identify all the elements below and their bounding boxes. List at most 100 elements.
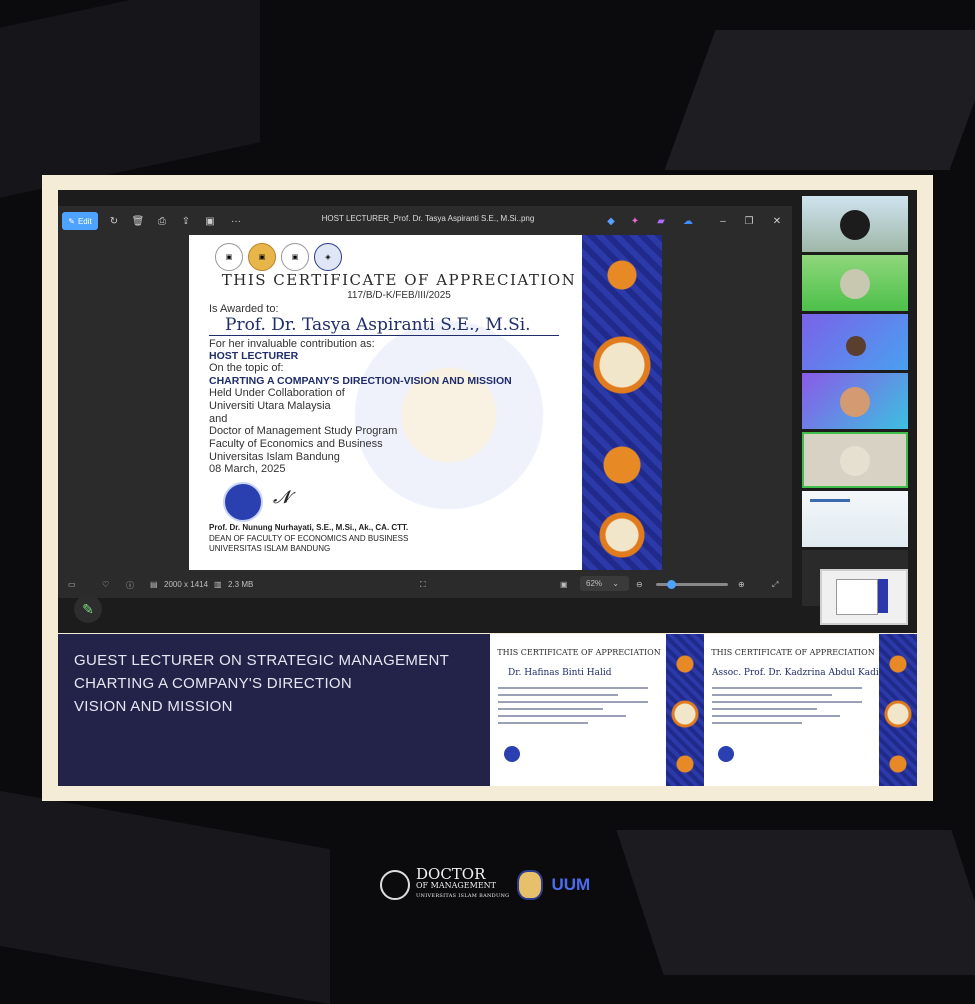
rotate-icon[interactable]: ↻: [106, 212, 122, 230]
clipchamp-icon[interactable]: ▰: [654, 212, 668, 230]
wordmark-doctor: DOCTOR: [416, 864, 486, 883]
participant-avatar: [840, 210, 870, 240]
edit-button[interactable]: ✎ Edit: [62, 212, 98, 230]
viewer-toolbar: ✎ Edit ↻ 🗑 ⎙ ⇪ ▣ ··· HOST LECTURER_Prof.…: [58, 206, 792, 236]
recipient-name: Prof. Dr. Tasya Aspiranti S.E., M.Si.: [225, 315, 531, 335]
self-view-thumbnail[interactable]: [820, 569, 908, 625]
signatory-org: UNIVERSITAS ISLAM BANDUNG: [209, 544, 331, 553]
wordmark-of-management: OF MANAGEMENT: [416, 880, 496, 890]
designer-icon[interactable]: ◆: [604, 212, 618, 230]
footer-logos: DOCTOR OF MANAGEMENT UNIVERSITAS ISLAM B…: [380, 866, 595, 904]
image-dimensions: 2000 x 1414: [164, 580, 209, 589]
shared-screen-thumbnail: [836, 579, 878, 615]
participant-avatar: [840, 269, 870, 299]
mini-seal: [718, 746, 734, 762]
chevron-down-icon: ⌄: [612, 579, 619, 588]
mini-batik-border: [666, 634, 704, 786]
participant-tile-active[interactable]: [802, 432, 908, 488]
delete-icon[interactable]: 🗑: [130, 212, 146, 230]
crop-icon[interactable]: ⛶: [420, 580, 426, 590]
zoom-slider[interactable]: [656, 580, 728, 589]
participant-tile[interactable]: [802, 255, 908, 311]
mini-seal: [504, 746, 520, 762]
photo-viewer-window: ✎ Edit ↻ 🗑 ⎙ ⇪ ▣ ··· HOST LECTURER_Prof.…: [58, 206, 792, 598]
participant-tile[interactable]: [802, 196, 908, 252]
faculty-logo: ▣: [281, 243, 309, 271]
edit-icon: ✎: [68, 216, 75, 226]
share-icon[interactable]: ⇪: [178, 212, 194, 230]
contribution-text: For her invaluable contribution as:: [209, 338, 375, 350]
banner-line-3: VISION AND MISSION: [74, 698, 233, 715]
zoom-slider-knob[interactable]: [666, 580, 676, 589]
mini-certificate: THIS CERTIFICATE OF APPRECIATION Dr. Haf…: [490, 634, 704, 786]
event-banner: GUEST LECTURER ON STRATEGIC MANAGEMENT C…: [58, 634, 490, 786]
doctor-management-logo: ▣: [248, 243, 276, 271]
certificate-image: ▣ ▣ ▣ ◈ THIS CERTIFICATE OF APPRECIATION…: [189, 235, 662, 570]
fullscreen-icon[interactable]: ⤢: [772, 580, 778, 590]
participant-tile[interactable]: [802, 314, 908, 370]
mini-certificate-text: [712, 682, 862, 729]
thumbnail-border: [878, 579, 888, 613]
print-icon[interactable]: ⎙: [154, 212, 170, 230]
copilot-icon[interactable]: ✦: [628, 212, 642, 230]
actual-size-icon[interactable]: ▣: [560, 580, 568, 589]
zoom-in-icon[interactable]: ⊕: [738, 580, 745, 589]
background-facet: [616, 830, 975, 975]
participant-tile[interactable]: [802, 373, 908, 429]
shared-slide-thumbnail: [810, 499, 850, 502]
info-icon[interactable]: ⓘ: [126, 580, 134, 591]
topic-intro: On the topic of:: [209, 362, 284, 374]
close-button[interactable]: ✕: [770, 212, 784, 230]
annotate-pen-button[interactable]: ✎: [74, 595, 102, 623]
wordmark-subtitle: UNIVERSITAS ISLAM BANDUNG: [416, 892, 510, 899]
participant-avatar: [840, 446, 870, 476]
background-facet: [664, 30, 975, 170]
uum-crest-logo: [517, 870, 544, 900]
certificate-date: 08 March, 2025: [209, 463, 286, 475]
university-1: Universiti Utara Malaysia: [209, 400, 331, 412]
certificate-body: ▣ ▣ ▣ ◈ THIS CERTIFICATE OF APPRECIATION…: [189, 235, 582, 570]
onedrive-icon[interactable]: ☁: [680, 212, 696, 230]
and-text: and: [209, 413, 228, 425]
participant-avatar: [846, 336, 866, 356]
zoom-level: 62%: [586, 579, 603, 588]
signature: 𝓝: [273, 487, 291, 508]
participant-avatar: [840, 387, 870, 417]
maximize-button[interactable]: ❐: [742, 212, 756, 230]
mini-certificate-title: THIS CERTIFICATE OF APPRECIATION: [711, 648, 875, 657]
topic-text: CHARTING A COMPANY'S DIRECTION-VISION AN…: [209, 375, 512, 387]
mini-certificate-recipient: Assoc. Prof. Dr. Kadzrina Abdul Kadir: [712, 668, 884, 678]
role-text: HOST LECTURER: [209, 350, 299, 362]
mini-batik-border: [879, 634, 917, 786]
awarded-to-label: Is Awarded to:: [209, 303, 279, 315]
filmstrip-icon[interactable]: ▭: [68, 580, 76, 589]
pen-icon: ✎: [82, 600, 94, 617]
unisba-logo: ▣: [215, 243, 243, 271]
banner-line-1: GUEST LECTURER ON STRATEGIC MANAGEMENT: [74, 652, 450, 669]
favorite-icon[interactable]: ♡: [102, 580, 109, 589]
recipient-underline: [209, 335, 559, 336]
more-button[interactable]: ···: [228, 212, 244, 230]
faculty-seal: [223, 482, 263, 522]
minimize-button[interactable]: –: [716, 212, 730, 230]
certificate-logos: ▣ ▣ ▣ ◈: [215, 243, 342, 271]
mini-certificate-recipient: Dr. Hafinas Binti Halid: [508, 668, 612, 678]
mini-certificate-text: [498, 682, 648, 729]
participant-tile[interactable]: [802, 491, 908, 547]
doctor-management-wordmark: DOCTOR OF MANAGEMENT UNIVERSITAS ISLAM B…: [416, 864, 510, 903]
banner-line-2: CHARTING A COMPANY'S DIRECTION: [74, 675, 353, 692]
mini-certificate-title: THIS CERTIFICATE OF APPRECIATION: [497, 648, 661, 657]
fit-icon[interactable]: ▣: [202, 212, 218, 230]
program-text: Doctor of Management Study Program: [209, 425, 398, 437]
dimensions-icon: ▤: [150, 580, 158, 589]
zoom-out-icon[interactable]: ⊖: [636, 580, 643, 589]
uum-wordmark: UUM: [551, 875, 591, 894]
unisba-footer-logo: [380, 870, 410, 900]
viewer-statusbar: ▭ ♡ ⓘ ▤ 2000 x 1414 ▥ 2.3 MB ⛶ ▣ 62% ⌄ ⊖…: [58, 572, 792, 598]
window-title: HOST LECTURER_Prof. Dr. Tasya Aspiranti …: [321, 214, 535, 223]
zoom-select[interactable]: 62% ⌄: [580, 576, 629, 591]
mini-certificate: THIS CERTIFICATE OF APPRECIATION Assoc. …: [704, 634, 917, 786]
certificate-number: 117/B/D-K/FEB/III/2025: [347, 290, 451, 301]
signatory-title: DEAN OF FACULTY OF ECONOMICS AND BUSINES…: [209, 534, 409, 543]
faculty-text: Faculty of Economics and Business: [209, 438, 383, 450]
